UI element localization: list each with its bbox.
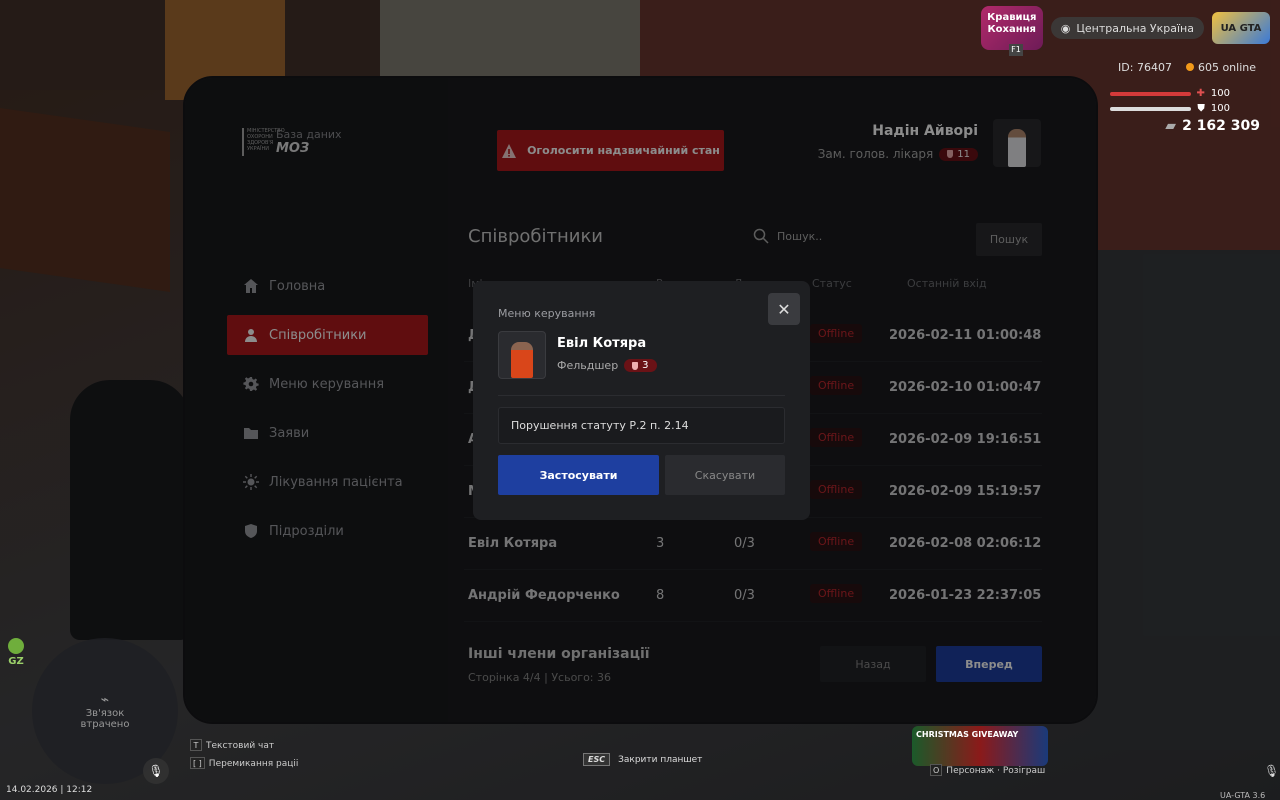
f1-key: F1 xyxy=(1009,44,1023,56)
money: ▰ 2 162 309 xyxy=(1165,118,1260,134)
region-badge: ◉ Центральна Україна xyxy=(1050,17,1204,39)
player-id: ID: 76407 xyxy=(1118,61,1172,74)
online-count: 605 online xyxy=(1185,61,1256,74)
key-hints: T Текстовий чат [ ] Перемикання раціі xyxy=(190,737,298,773)
key-brackets: [ ] xyxy=(190,757,205,769)
tablet: МІНІСТЕРСТВО ОХОРОНИ ЗДОРОВ'Я УКРАЇНИ Ба… xyxy=(183,76,1098,724)
health-bar xyxy=(1110,91,1191,96)
key-t: T xyxy=(190,739,202,751)
datetime: 14.02.2026 | 12:12 xyxy=(6,785,93,795)
rank-badge: 3 xyxy=(624,359,657,372)
gz-icon xyxy=(8,638,24,654)
rank-icon xyxy=(632,361,639,370)
health-value: 100 xyxy=(1210,88,1230,99)
gz-indicator: GZ xyxy=(8,638,24,667)
location-icon: ◉ xyxy=(1060,21,1071,35)
health-icon: ✚ xyxy=(1196,88,1205,99)
employee-name: Евіл Котяра xyxy=(557,336,647,351)
brand-logo: UA GTA xyxy=(1212,12,1270,44)
apply-button[interactable]: Застосувати xyxy=(498,455,659,495)
status-bars: ✚ 100 ⛊ 100 xyxy=(1110,88,1230,118)
version: UA-GTA 3.6 xyxy=(1220,791,1266,800)
control-menu-modal: Меню керування ✕ Евіл Котяра Фельдшер 3 … xyxy=(473,281,810,520)
modal-title: Меню керування xyxy=(498,307,596,320)
online-icon xyxy=(1185,63,1194,71)
employee-avatar xyxy=(498,331,546,379)
hud-top: Кравиця Кохання ◉ Центральна Україна UA … xyxy=(980,6,1270,50)
reason-input[interactable]: Порушення статуту Р.2 п. 2.14 xyxy=(498,407,785,444)
hud-id: ID: 76407 605 online xyxy=(1118,61,1256,74)
cancel-button[interactable]: Скасувати xyxy=(665,455,785,495)
armor-bar xyxy=(1110,106,1192,111)
esc-hint: ESC Закрити планшет xyxy=(583,753,702,766)
money-icon: ▰ xyxy=(1165,118,1177,134)
promo-banner[interactable]: CHRISTMAS GIVEAWAY xyxy=(912,726,1048,766)
employee-role: Фельдшер xyxy=(557,359,619,372)
close-icon: ✕ xyxy=(777,299,791,319)
divider xyxy=(498,395,785,396)
close-button[interactable]: ✕ xyxy=(768,293,800,325)
mic-icon: 🎙 xyxy=(143,758,169,784)
no-signal-icon: ⌁ xyxy=(100,692,110,708)
armor-icon: ⛊ xyxy=(1197,103,1205,114)
armor-value: 100 xyxy=(1210,103,1230,114)
promo-label: O Персонаж · Розіграш xyxy=(930,764,1045,776)
mic-status-icon: 🎙 xyxy=(1264,764,1280,778)
esc-key: ESC xyxy=(583,753,611,766)
